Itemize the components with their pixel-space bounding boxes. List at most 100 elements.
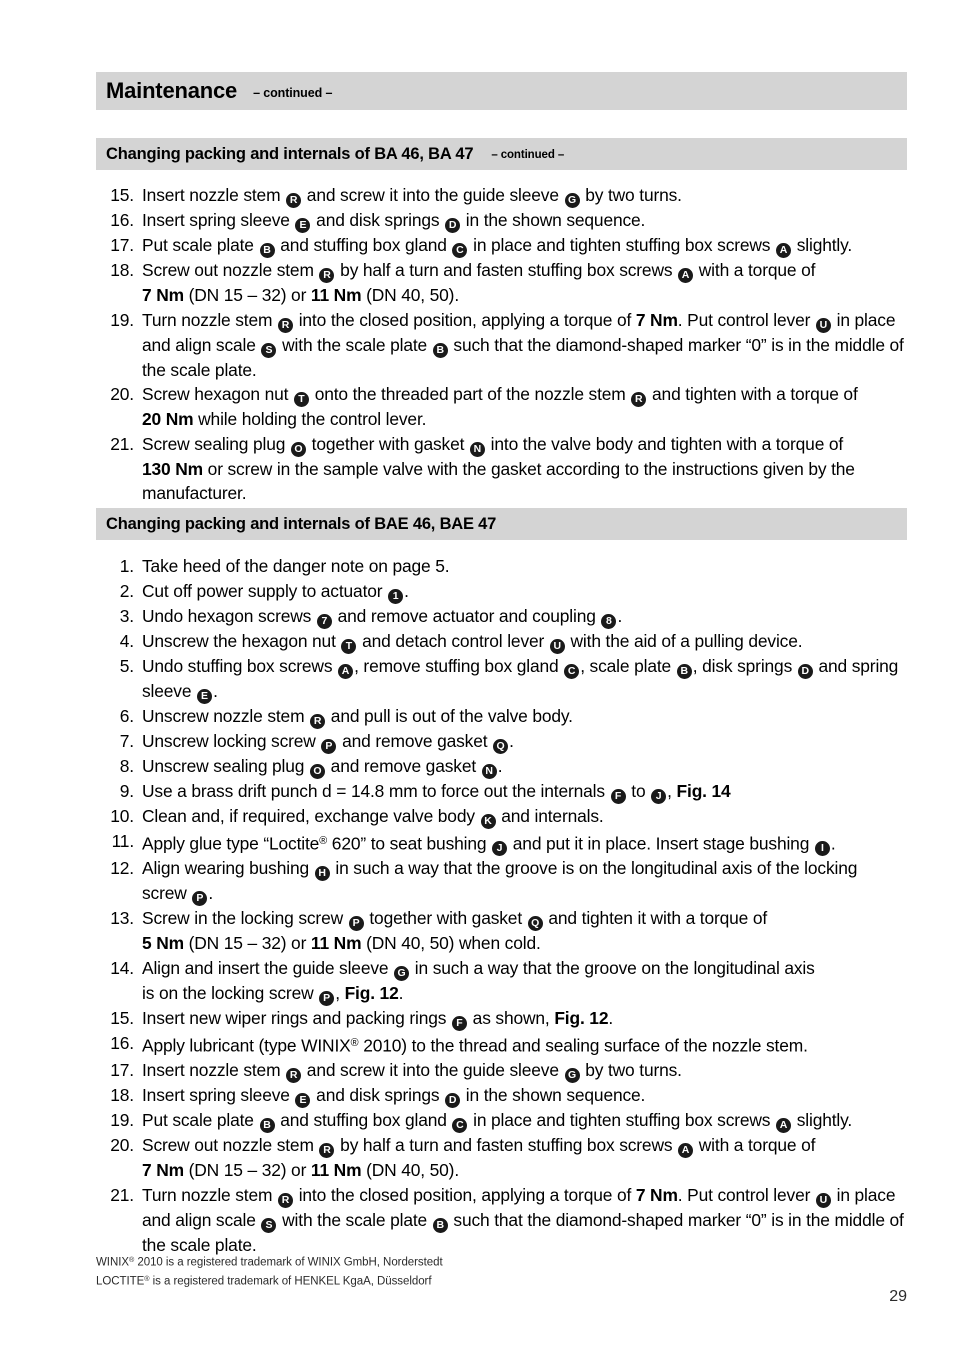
marker-N: N — [469, 441, 485, 457]
marker-R: R — [286, 1068, 302, 1083]
marker-D: D — [445, 218, 461, 233]
list-item-text: Apply glue type “Loctite® 620” to seat b… — [142, 833, 836, 857]
marker-E: E — [197, 688, 213, 704]
chapter-header-band: Maintenance – continued – — [96, 72, 907, 110]
marker-E: E — [295, 1093, 311, 1108]
list-item: 8. Unscrew sealing plug O and remove gask… — [104, 754, 904, 779]
list-item-number: 8. — [119, 755, 134, 776]
list-item-number: 13. — [110, 908, 134, 929]
list-item: 6. Unscrew nozzle stem R and pull is out … — [104, 704, 904, 729]
list-item-text: Screw sealing plug O together with gaske… — [142, 433, 855, 504]
marker-U: U — [815, 1192, 831, 1208]
list-item: 9. Use a brass drift punch d = 14.8 mm to… — [104, 779, 904, 804]
list-item-number: 6. — [119, 705, 134, 726]
marker-P: P — [321, 738, 337, 754]
list-item-text: Insert spring sleeve E and disk springs … — [142, 210, 646, 233]
list-item: 19. Put scale plate B and stuffing box gl… — [104, 1108, 904, 1133]
list-item: 17. Put scale plate B and stuffing box gl… — [104, 233, 904, 258]
list-item: 11. Apply glue type “Loctite® 620” to sea… — [104, 829, 904, 857]
marker-P: P — [192, 891, 208, 907]
trademark-footnotes: WINIX® 2010 is a registered trademark of… — [96, 1252, 796, 1289]
list-item-number: 3. — [119, 605, 134, 626]
marker-A: A — [678, 268, 694, 283]
marker-D: D — [797, 663, 813, 679]
list-item-text: Screw out nozzle stem R by half a turn a… — [142, 1135, 816, 1180]
marker-S: S — [261, 1217, 277, 1233]
list-item-number: 7. — [119, 730, 134, 751]
page-title: Maintenance — [106, 78, 238, 103]
list-item-number: 2. — [119, 580, 134, 601]
list-item: 15. Insert new wiper rings and packing ri… — [104, 1006, 904, 1031]
marker-U: U — [815, 317, 831, 333]
section-header-band-2: Changing packing and internals of BAE 46… — [96, 508, 907, 540]
list-item-number: 4. — [119, 630, 134, 651]
list-item: 19. Turn nozzle stem R into the closed po… — [104, 308, 904, 383]
chapter-continued-label: – continued – — [253, 86, 333, 100]
list-item-text: Insert new wiper rings and packing rings… — [142, 1007, 614, 1031]
procedure-list-bae: 1. Take heed of the danger note on page 5… — [104, 554, 904, 1257]
marker-I: I — [814, 841, 830, 857]
list-item: 12. Align wearing bushing H in such a way… — [104, 856, 904, 907]
section-continued-label-1: – continued – — [491, 149, 565, 161]
marker-B: B — [259, 243, 275, 258]
marker-R: R — [278, 1192, 294, 1208]
marker-Q: Q — [527, 916, 543, 932]
marker-P: P — [319, 990, 335, 1006]
marker-A: A — [678, 1143, 694, 1158]
page-number: 29 — [889, 1288, 907, 1305]
list-item: 20. Screw hexagon nut T onto the threaded… — [104, 382, 904, 432]
marker-H: H — [314, 866, 330, 882]
marker-C: C — [564, 663, 580, 679]
list-item: 20. Screw out nozzle stem R by half a tur… — [104, 1133, 904, 1183]
list-item: 4. Unscrew the hexagon nut T and detach c… — [104, 629, 904, 654]
list-item: 21. Turn nozzle stem R into the closed po… — [104, 1183, 904, 1258]
marker-B: B — [259, 1118, 275, 1133]
list-item-text: Cut off power supply to actuator 1. — [142, 580, 409, 604]
list-item-number: 16. — [110, 1032, 134, 1053]
marker-C: C — [452, 1118, 468, 1133]
marker-G: G — [394, 965, 410, 981]
list-item-number: 14. — [110, 957, 134, 978]
list-item-number: 5. — [119, 655, 134, 676]
document-page: Maintenance – continued – Changing packi… — [0, 0, 954, 1354]
list-item-text: Align and insert the guide sleeve G in s… — [142, 957, 815, 1006]
marker-R: R — [319, 268, 335, 283]
list-item-text: Screw in the locking screw P together wi… — [142, 908, 768, 954]
marker-J: J — [651, 788, 667, 804]
marker-O: O — [290, 441, 306, 457]
marker-F: F — [610, 788, 626, 804]
list-item: 16. Insert spring sleeve E and disk sprin… — [104, 208, 904, 233]
list-item-text: Unscrew sealing plug O and remove gasket… — [142, 755, 503, 779]
marker-A: A — [338, 663, 354, 679]
list-item: 15. Insert nozzle stem R and screw it int… — [104, 183, 904, 208]
list-item-number: 19. — [110, 1110, 134, 1130]
marker-S: S — [261, 342, 277, 358]
list-item-number: 15. — [110, 1007, 134, 1028]
list-item: 1. Take heed of the danger note on page 5… — [104, 554, 904, 579]
marker-C: C — [452, 243, 468, 258]
list-item-number: 21. — [110, 433, 134, 454]
section-title-1: Changing packing and internals of BA 46,… — [106, 144, 474, 163]
list-item-number: 10. — [110, 805, 134, 826]
list-item: 21. Screw sealing plug O together with ga… — [104, 432, 904, 506]
marker-Q: Q — [493, 738, 509, 754]
marker-E: E — [295, 218, 311, 233]
marker-R: R — [286, 193, 302, 208]
marker-U: U — [549, 638, 565, 654]
list-item-text: Take heed of the danger note on page 5. — [142, 556, 450, 576]
marker-R: R — [319, 1143, 335, 1158]
marker-R: R — [310, 713, 326, 729]
marker-1: 1 — [388, 588, 404, 604]
list-item-number: 20. — [110, 1135, 134, 1155]
marker-7: 7 — [316, 613, 332, 629]
marker-G: G — [564, 1068, 580, 1083]
list-item-text: Insert spring sleeve E and disk springs … — [142, 1085, 646, 1108]
marker-N: N — [481, 763, 497, 779]
list-item-number: 18. — [110, 1085, 134, 1105]
list-item-text: Insert nozzle stem R and screw it into t… — [142, 185, 682, 208]
list-item-text: Put scale plate B and stuffing box gland… — [142, 1110, 853, 1133]
marker-K: K — [480, 813, 496, 829]
marker-B: B — [432, 1217, 448, 1233]
list-item-text: Put scale plate B and stuffing box gland… — [142, 235, 853, 258]
list-item-text: Apply lubricant (type WINIX® 2010) to th… — [142, 1035, 808, 1056]
